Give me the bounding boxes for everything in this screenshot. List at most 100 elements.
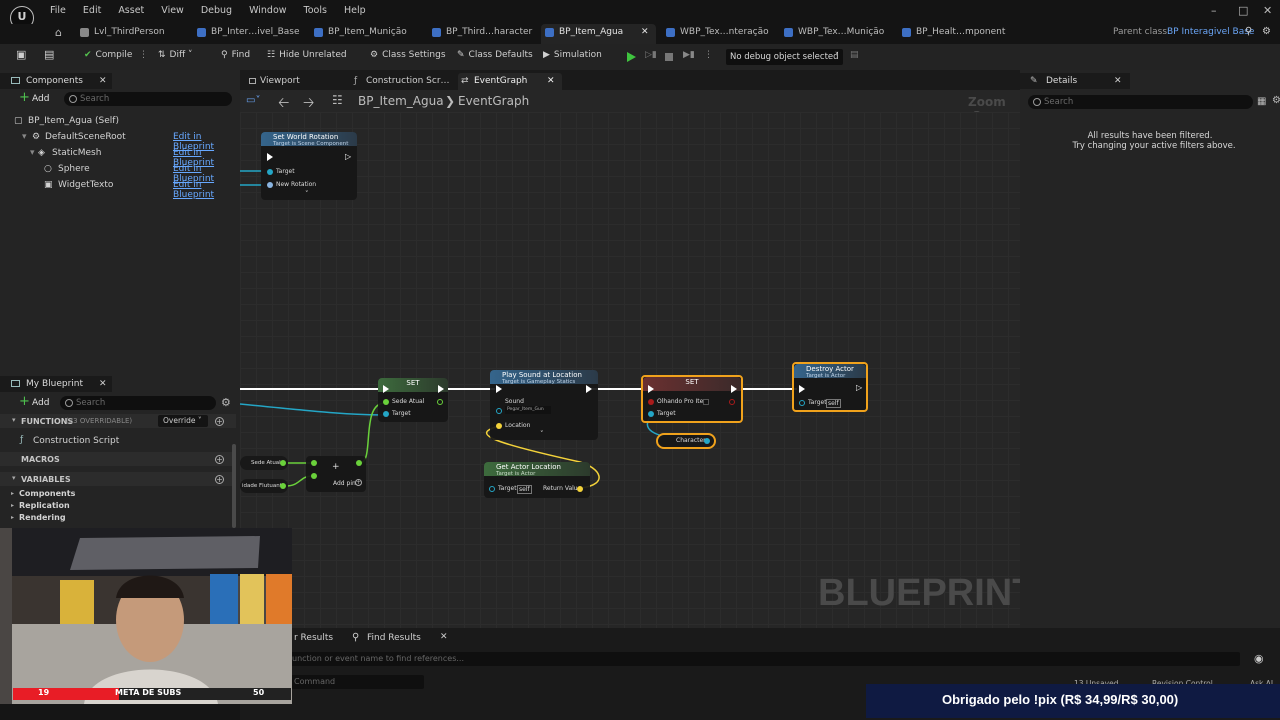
sound-pin[interactable]	[496, 408, 502, 414]
components-header[interactable]: Components ✕	[0, 73, 112, 89]
node-destroy-actor[interactable]: Destroy Actor Target is Actor ▷ Target se…	[792, 362, 868, 412]
character-out-pin[interactable]	[704, 438, 710, 444]
variable-group-components[interactable]: Components	[19, 489, 75, 498]
tab-construction-script[interactable]: ƒ Construction Scr…	[352, 73, 458, 89]
exec-in-pin[interactable]	[267, 153, 273, 161]
node-get-actor-location[interactable]: Get Actor Location Target is Actor Target…	[484, 462, 590, 498]
minimize-icon[interactable]: –	[1211, 4, 1217, 17]
gear-icon[interactable]: ⚙	[1272, 95, 1280, 106]
exec-in-pin[interactable]	[496, 385, 502, 393]
maximize-icon[interactable]: □	[1238, 4, 1248, 17]
expand-node-icon[interactable]: ˅	[540, 430, 544, 438]
tree-expander-icon[interactable]: ▾	[30, 148, 35, 158]
target-pin[interactable]	[799, 400, 805, 406]
node-set-olhando-pro-item[interactable]: SET Olhando Pro Item Target	[641, 375, 743, 423]
graph-overview-icon[interactable]: ▭˅	[246, 95, 260, 106]
stop-icon[interactable]	[665, 53, 673, 61]
find-button[interactable]: ⚲ Find	[221, 50, 250, 60]
hide-unrelated-button[interactable]: ☷ Hide Unrelated	[267, 50, 347, 60]
tree-item-staticmesh[interactable]: StaticMesh	[52, 148, 101, 158]
add-variable-icon[interactable]: +	[215, 475, 224, 484]
close-panel-icon[interactable]: ✕	[99, 73, 107, 89]
close-panel-icon[interactable]: ✕	[1114, 73, 1122, 89]
play-icon[interactable]	[627, 52, 636, 62]
tab-bp-healthcomponent[interactable]: BP_Healt…mponent	[898, 24, 1005, 44]
construction-script-item[interactable]: Construction Script	[33, 436, 119, 446]
my-blueprint-search-input[interactable]: Search	[60, 396, 216, 410]
property-matrix-icon[interactable]: ▦	[1257, 96, 1266, 107]
variable-group-replication[interactable]: Replication	[19, 501, 70, 510]
exec-out-pin[interactable]	[586, 385, 592, 393]
tab-eventgraph[interactable]: ⇄ EventGraph ✕	[458, 73, 562, 90]
save-icon[interactable]: ▣	[16, 48, 26, 61]
tree-item-widgettexto[interactable]: WidgetTexto	[58, 180, 113, 190]
tab-bp-interagivel-base[interactable]: BP_Inter…ivel_Base	[193, 24, 300, 44]
node-set-sede-atual[interactable]: SET Sede Atual Target	[378, 378, 448, 422]
menu-tools[interactable]: Tools	[304, 5, 327, 16]
tab-wbp-texto-interacao[interactable]: WBP_Tex…nteração	[662, 24, 769, 44]
find-references-input[interactable]: unction or event name to find references…	[290, 652, 1240, 666]
override-dropdown[interactable]: Override ˅	[158, 415, 208, 427]
tree-expander-icon[interactable]: ▾	[22, 132, 27, 142]
breadcrumb-root[interactable]: BP_Item_Agua	[358, 94, 444, 108]
node-add-float[interactable]: + Add pin +	[306, 456, 366, 492]
close-window-icon[interactable]: ✕	[1263, 4, 1272, 17]
bool-pin[interactable]	[648, 399, 654, 405]
exec-out-pin[interactable]	[731, 385, 737, 393]
target-pin[interactable]	[383, 411, 389, 417]
exec-out-pin[interactable]: ▷	[345, 152, 351, 161]
menu-help[interactable]: Help	[344, 5, 366, 16]
exec-out-pin[interactable]: ▷	[856, 383, 862, 392]
details-header[interactable]: ✎ Details ✕	[1020, 73, 1130, 89]
exec-out-pin[interactable]	[438, 385, 444, 393]
tree-item-self[interactable]: BP_Item_Agua (Self)	[28, 116, 119, 126]
my-blueprint-header[interactable]: My Blueprint ✕	[0, 376, 112, 392]
node-play-sound-at-location[interactable]: Play Sound at Location Target is Gameplay…	[490, 370, 598, 440]
menu-edit[interactable]: Edit	[83, 5, 101, 16]
menu-window[interactable]: Window	[249, 5, 286, 16]
macros-section[interactable]: MACROS +	[0, 452, 236, 466]
float-in-pin[interactable]	[311, 460, 317, 466]
exec-in-pin[interactable]	[799, 385, 805, 393]
float-out-pin[interactable]	[280, 483, 286, 489]
tab-lvl-thirdperson[interactable]: Lvl_ThirdPerson	[76, 24, 165, 44]
components-search-input[interactable]: Search	[64, 92, 232, 106]
close-tab-icon[interactable]: ✕	[641, 24, 649, 40]
play-options-icon[interactable]: ⋮	[704, 50, 713, 60]
sound-asset-select[interactable]: Pegar_Item_Gun	[505, 406, 551, 414]
float-out-pin[interactable]	[356, 460, 362, 466]
details-search-input[interactable]: Search	[1028, 95, 1253, 109]
diff-button[interactable]: ⇅ Diff ˅	[158, 50, 193, 60]
close-panel-icon[interactable]: ✕	[99, 376, 107, 392]
menu-asset[interactable]: Asset	[118, 5, 144, 16]
tab-bp-item-agua[interactable]: BP_Item_Agua ✕	[541, 24, 656, 44]
compile-options-icon[interactable]: ⋮	[139, 50, 148, 60]
exec-in-pin[interactable]	[383, 385, 389, 393]
tab-viewport[interactable]: Viewport	[246, 73, 352, 89]
tab-bp-item-municao[interactable]: BP_Item_Munição	[310, 24, 407, 44]
debug-object-select[interactable]: No debug object selected ˅	[726, 49, 843, 65]
variable-group-rendering[interactable]: Rendering	[19, 513, 66, 522]
debug-filter-icon[interactable]: ▤	[850, 50, 859, 60]
menu-file[interactable]: File	[50, 5, 66, 16]
tree-item-sphere[interactable]: Sphere	[58, 164, 90, 174]
exec-in-pin[interactable]	[648, 385, 654, 393]
gear-icon[interactable]: ⚙	[221, 396, 231, 409]
home-icon[interactable]: ⌂	[55, 26, 62, 39]
event-graph-canvas[interactable]: Set World Rotation Target is Scene Compon…	[240, 112, 1020, 628]
target-pin[interactable]	[648, 411, 654, 417]
browse-icon[interactable]: ▤	[44, 48, 54, 61]
bool-out-pin[interactable]	[729, 399, 735, 405]
menu-view[interactable]: View	[161, 5, 184, 16]
scrollbar[interactable]	[232, 444, 236, 528]
tab-compiler-results[interactable]: r Results	[294, 633, 333, 643]
bool-checkbox[interactable]	[703, 399, 709, 405]
return-value-pin[interactable]	[577, 486, 583, 492]
console-command-input[interactable]: Command	[290, 675, 424, 689]
simulation-button[interactable]: ▶ Simulation	[543, 50, 602, 60]
binoculars-icon[interactable]: ◉	[1254, 652, 1264, 665]
close-tab-icon[interactable]: ✕	[547, 73, 555, 89]
variables-section[interactable]: ▾ VARIABLES +	[0, 472, 236, 486]
settings-icon[interactable]: ⚙	[1262, 26, 1271, 37]
add-macro-icon[interactable]: +	[215, 455, 224, 464]
